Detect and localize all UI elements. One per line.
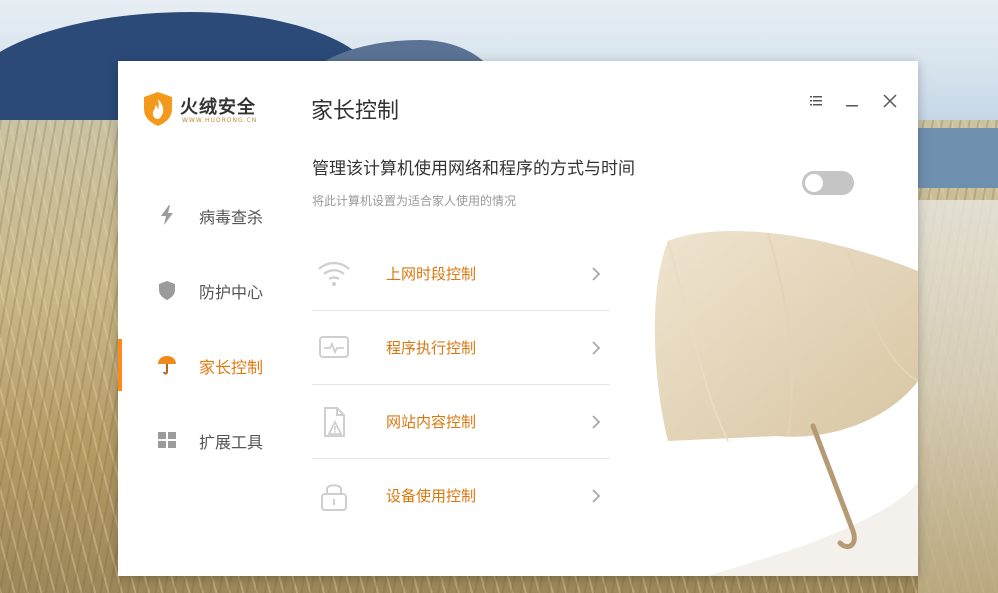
menu-icon[interactable]	[806, 91, 826, 111]
row-device-usage-control[interactable]: 设备使用控制	[312, 459, 610, 533]
document-warning-icon	[324, 407, 345, 437]
parental-control-description: 将此计算机设置为适合家人使用的情况	[312, 194, 517, 208]
app-logo: 火绒安全 WWW.HUORONG.CN	[142, 91, 282, 131]
close-icon[interactable]	[880, 91, 900, 111]
umbrella-illustration-icon	[654, 231, 918, 576]
row-label: 设备使用控制	[386, 487, 477, 505]
app-window: 火绒安全 WWW.HUORONG.CN 病毒查杀 防护中心 家长控制 扩展工具 …	[118, 61, 918, 576]
row-label: 网站内容控制	[386, 413, 477, 431]
sidebar-item-protection-center[interactable]: 防护中心	[118, 264, 288, 316]
toggle-knob	[805, 174, 823, 192]
huorong-shield-logo-icon	[144, 92, 172, 126]
monitor-pulse-icon	[319, 336, 349, 358]
chevron-right-icon	[592, 341, 601, 355]
chevron-right-icon	[592, 415, 601, 429]
umbrella-icon	[158, 356, 176, 375]
shield-icon	[159, 281, 175, 300]
lock-icon	[321, 484, 347, 511]
parental-control-toggle[interactable]	[802, 171, 854, 195]
sidebar: 火绒安全 WWW.HUORONG.CN 病毒查杀 防护中心 家长控制 扩展工具	[118, 61, 288, 576]
logo-url: WWW.HUORONG.CN	[182, 117, 258, 124]
grid-icon	[158, 432, 176, 448]
logo-name: 火绒安全	[180, 97, 256, 118]
chevron-right-icon	[592, 267, 601, 281]
page-title: 家长控制	[311, 99, 400, 124]
sidebar-item-label: 扩展工具	[199, 433, 264, 452]
row-program-execution-control[interactable]: 程序执行控制	[312, 311, 610, 385]
chevron-right-icon	[592, 489, 601, 503]
sidebar-item-label: 病毒查杀	[199, 208, 264, 227]
wifi-icon	[318, 261, 350, 286]
sidebar-item-extension-tools[interactable]: 扩展工具	[118, 414, 288, 466]
lightning-icon	[161, 205, 173, 225]
row-internet-time-control[interactable]: 上网时段控制	[312, 237, 610, 311]
row-label: 程序执行控制	[386, 339, 477, 357]
row-website-content-control[interactable]: 网站内容控制	[312, 385, 610, 459]
sidebar-item-label: 防护中心	[199, 283, 264, 302]
parental-control-headline: 管理该计算机使用网络和程序的方式与时间	[312, 159, 635, 179]
active-indicator	[118, 339, 122, 391]
minimize-icon[interactable]	[842, 91, 862, 111]
sidebar-item-virus-scan[interactable]: 病毒查杀	[118, 189, 288, 241]
sidebar-item-parental-control[interactable]: 家长控制	[118, 339, 288, 391]
desktop-sand	[918, 200, 998, 593]
row-label: 上网时段控制	[386, 265, 477, 283]
main-content: 家长控制 管理该计算机使用网络和程序的方式与时间 将此计算机设置为适合家人使用的…	[288, 61, 918, 576]
sidebar-item-label: 家长控制	[199, 358, 264, 377]
desktop-sea	[908, 128, 998, 188]
